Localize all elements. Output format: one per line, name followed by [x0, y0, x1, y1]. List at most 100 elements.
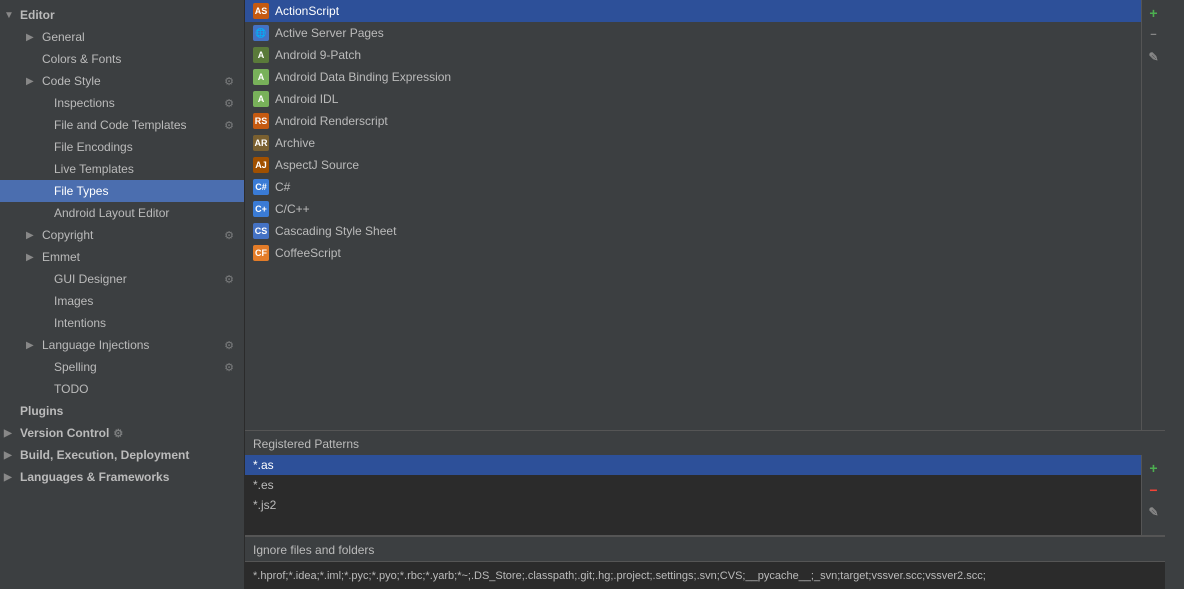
file-type-csharp[interactable]: C# C# [245, 176, 1141, 198]
version-control-arrow: ▶ [4, 428, 18, 439]
file-type-css[interactable]: CS Cascading Style Sheet [245, 220, 1141, 242]
settings-sidebar: ▼ Editor ▶ General Colors & Fonts ▶ Code… [0, 0, 245, 589]
languages-frameworks-arrow: ▶ [4, 472, 18, 483]
images-label: Images [54, 294, 236, 308]
emmet-label: Emmet [42, 250, 236, 264]
archive-icon: AR [253, 135, 269, 151]
gui-designer-label: GUI Designer [54, 272, 218, 286]
sidebar-item-todo[interactable]: TODO [0, 378, 244, 400]
sidebar-item-file-encodings[interactable]: File Encodings [0, 136, 244, 158]
sidebar-item-file-types[interactable]: File Types [0, 180, 244, 202]
sidebar-group-plugins[interactable]: Plugins [0, 400, 244, 422]
pattern-row-js2[interactable]: *.js2 [245, 495, 1141, 515]
version-control-label: Version Control [20, 426, 109, 440]
file-type-active-server-pages[interactable]: 🌐 Active Server Pages [245, 22, 1141, 44]
sidebar-item-general[interactable]: ▶ General [0, 26, 244, 48]
sidebar-item-live-templates[interactable]: Live Templates [0, 158, 244, 180]
file-types-label: File Types [54, 184, 236, 198]
live-templates-label: Live Templates [54, 162, 236, 176]
edit-file-type-button[interactable]: ✎ [1145, 48, 1163, 66]
sidebar-group-languages-frameworks[interactable]: ▶ Languages & Frameworks [0, 466, 244, 488]
copyright-settings-icon: ⚙ [222, 228, 236, 242]
registered-patterns-section: Registered Patterns *.as *.es *.js2 + − [245, 431, 1165, 589]
file-templates-settings-icon: ⚙ [222, 118, 236, 132]
cpp-label: C/C++ [275, 202, 310, 216]
inspections-settings-icon: ⚙ [222, 96, 236, 110]
android-layout-label: Android Layout Editor [54, 206, 236, 220]
coffeescript-label: CoffeeScript [275, 246, 341, 260]
file-type-coffeescript[interactable]: CF CoffeeScript [245, 242, 1141, 264]
file-type-actionscript[interactable]: AS ActionScript [245, 0, 1141, 22]
pattern-as-label: *.as [253, 458, 274, 472]
sidebar-item-inspections[interactable]: Inspections ⚙ [0, 92, 244, 114]
remove-file-type-button[interactable]: − [1145, 26, 1163, 44]
ignore-section: Ignore files and folders [245, 536, 1165, 589]
colors-fonts-label: Colors & Fonts [42, 52, 236, 66]
patterns-list: *.as *.es *.js2 [245, 455, 1141, 535]
file-type-archive[interactable]: AR Archive [245, 132, 1141, 154]
android-data-binding-label: Android Data Binding Expression [275, 70, 451, 84]
file-type-android-renderscript[interactable]: RS Android Renderscript [245, 110, 1141, 132]
inspections-label: Inspections [54, 96, 218, 110]
sidebar-item-spelling[interactable]: Spelling ⚙ [0, 356, 244, 378]
editor-arrow: ▼ [4, 10, 18, 21]
registered-patterns-title: Registered Patterns [245, 431, 1165, 455]
add-pattern-button[interactable]: + [1145, 459, 1163, 477]
android-renderscript-label: Android Renderscript [275, 114, 388, 128]
file-type-cpp[interactable]: C+ C/C++ [245, 198, 1141, 220]
sidebar-item-intentions[interactable]: Intentions [0, 312, 244, 334]
sidebar-item-copyright[interactable]: ▶ Copyright ⚙ [0, 224, 244, 246]
edit-pattern-button[interactable]: ✎ [1145, 503, 1163, 521]
emmet-arrow: ▶ [26, 252, 38, 263]
main-content: AS ActionScript 🌐 Active Server Pages A … [245, 0, 1165, 589]
file-type-android-idl[interactable]: A Android IDL [245, 88, 1141, 110]
file-type-android-data-binding[interactable]: A Android Data Binding Expression [245, 66, 1141, 88]
csharp-icon: C# [253, 179, 269, 195]
sidebar-item-language-injections[interactable]: ▶ Language Injections ⚙ [0, 334, 244, 356]
css-icon: CS [253, 223, 269, 239]
ignore-input-field[interactable] [245, 561, 1165, 589]
general-label: General [42, 30, 236, 44]
sidebar-item-file-code-templates[interactable]: File and Code Templates ⚙ [0, 114, 244, 136]
pattern-es-label: *.es [253, 478, 274, 492]
coffeescript-icon: CF [253, 245, 269, 261]
pattern-row-es[interactable]: *.es [245, 475, 1141, 495]
pattern-js2-label: *.js2 [253, 498, 276, 512]
todo-label: TODO [54, 382, 236, 396]
general-arrow: ▶ [26, 32, 38, 43]
ignore-section-title: Ignore files and folders [245, 537, 1165, 561]
android-idl-label: Android IDL [275, 92, 338, 106]
language-injections-arrow: ▶ [26, 340, 38, 351]
css-label: Cascading Style Sheet [275, 224, 396, 238]
sidebar-item-gui-designer[interactable]: GUI Designer ⚙ [0, 268, 244, 290]
sidebar-item-android-layout-editor[interactable]: Android Layout Editor [0, 202, 244, 224]
language-injections-label: Language Injections [42, 338, 218, 352]
android-data-binding-icon: A [253, 69, 269, 85]
actionscript-label: ActionScript [275, 4, 339, 18]
code-style-label: Code Style [42, 74, 218, 88]
android-renderscript-icon: RS [253, 113, 269, 129]
file-type-android-9patch[interactable]: A Android 9-Patch [245, 44, 1141, 66]
languages-frameworks-label: Languages & Frameworks [20, 470, 169, 484]
version-control-settings-icon: ⚙ [113, 427, 123, 440]
pattern-row-as[interactable]: *.as [245, 455, 1141, 475]
sidebar-item-images[interactable]: Images [0, 290, 244, 312]
sidebar-group-build-execution[interactable]: ▶ Build, Execution, Deployment [0, 444, 244, 466]
add-file-type-button[interactable]: + [1145, 4, 1163, 22]
file-type-aspectj[interactable]: AJ AspectJ Source [245, 154, 1141, 176]
cpp-icon: C+ [253, 201, 269, 217]
sidebar-group-version-control[interactable]: ▶ Version Control ⚙ [0, 422, 244, 444]
csharp-label: C# [275, 180, 290, 194]
spelling-settings-icon: ⚙ [222, 360, 236, 374]
file-types-list: AS ActionScript 🌐 Active Server Pages A … [245, 0, 1141, 430]
code-style-arrow: ▶ [26, 76, 38, 87]
sidebar-item-code-style[interactable]: ▶ Code Style ⚙ [0, 70, 244, 92]
active-server-pages-icon: 🌐 [253, 25, 269, 41]
sidebar-item-colors-fonts[interactable]: Colors & Fonts [0, 48, 244, 70]
android-idl-icon: A [253, 91, 269, 107]
remove-pattern-button[interactable]: − [1145, 481, 1163, 499]
file-types-toolbar: + − ✎ [1141, 0, 1165, 430]
android-9patch-label: Android 9-Patch [275, 48, 361, 62]
sidebar-group-editor[interactable]: ▼ Editor [0, 4, 244, 26]
sidebar-item-emmet[interactable]: ▶ Emmet [0, 246, 244, 268]
